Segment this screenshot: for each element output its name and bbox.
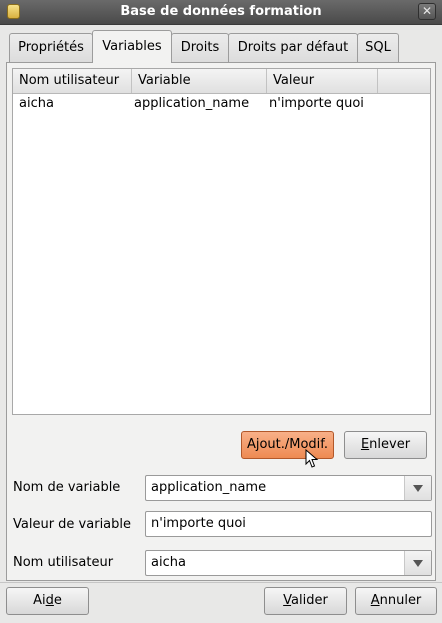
title-bar[interactable]: Base de données formation ✕ [0,0,442,25]
tab-proprietes[interactable]: Propriétés [9,33,93,62]
variable-name-combo[interactable]: application_name [145,475,432,501]
column-header-username[interactable]: Nom utilisateur [13,69,132,93]
table-header: Nom utilisateur Variable Valeur [13,69,430,94]
cancel-mnemonic: A [370,593,380,608]
variable-value-label: Valeur de variable [13,517,132,532]
remove-label-rest: nlever [369,437,411,452]
variable-name-dropdown-button[interactable] [404,476,431,500]
tab-sql[interactable]: SQL [357,33,399,62]
footer-divider [0,582,442,583]
username-value: aicha [151,555,186,570]
ok-label-rest: alider [291,593,328,608]
variables-table[interactable]: Nom utilisateur Variable Valeur aicha ap… [12,68,431,415]
username-combo[interactable]: aicha [145,550,432,576]
mouse-pointer-icon [305,449,319,468]
help-label-start: Ai [33,593,46,608]
cell-value: n'importe quoi [269,96,364,111]
chevron-down-icon [413,560,423,567]
help-button[interactable]: Aide [6,587,89,615]
close-button[interactable]: ✕ [418,3,436,20]
column-header-variable[interactable]: Variable [132,69,267,93]
ok-button[interactable]: Valider [264,587,347,615]
column-header-value[interactable]: Valeur [267,69,378,93]
variable-name-label: Nom de variable [13,480,121,495]
tab-droits[interactable]: Droits [171,33,229,62]
cell-username: aicha [19,96,54,111]
tab-droits-par-defaut[interactable]: Droits par défaut [228,33,358,62]
add-modify-button[interactable]: Ajout./Modif. [241,431,334,459]
cancel-button[interactable]: Annuler [355,587,437,615]
variable-name-value: application_name [151,480,267,495]
tab-variables[interactable]: Variables [92,30,172,63]
ok-mnemonic: V [283,593,292,608]
variable-value-text: n'importe quoi [151,516,246,531]
username-label: Nom utilisateur [13,555,114,570]
variable-value-field[interactable]: n'importe quoi [145,511,432,537]
cell-variable: application_name [134,96,250,111]
remove-mnemonic: E [360,437,370,452]
cancel-label-rest: nnuler [379,593,422,608]
username-dropdown-button[interactable] [404,551,431,575]
dialog-window: Base de données formation ✕ Propriétés V… [0,0,442,623]
help-mnemonic: d [45,593,54,608]
remove-button[interactable]: Enlever [344,431,427,459]
table-row[interactable]: aicha application_name n'importe quoi [13,93,430,115]
chevron-down-icon [413,485,423,492]
help-label-rest: e [53,593,62,608]
window-title: Base de données formation [120,4,322,19]
column-header-filler [378,69,430,93]
